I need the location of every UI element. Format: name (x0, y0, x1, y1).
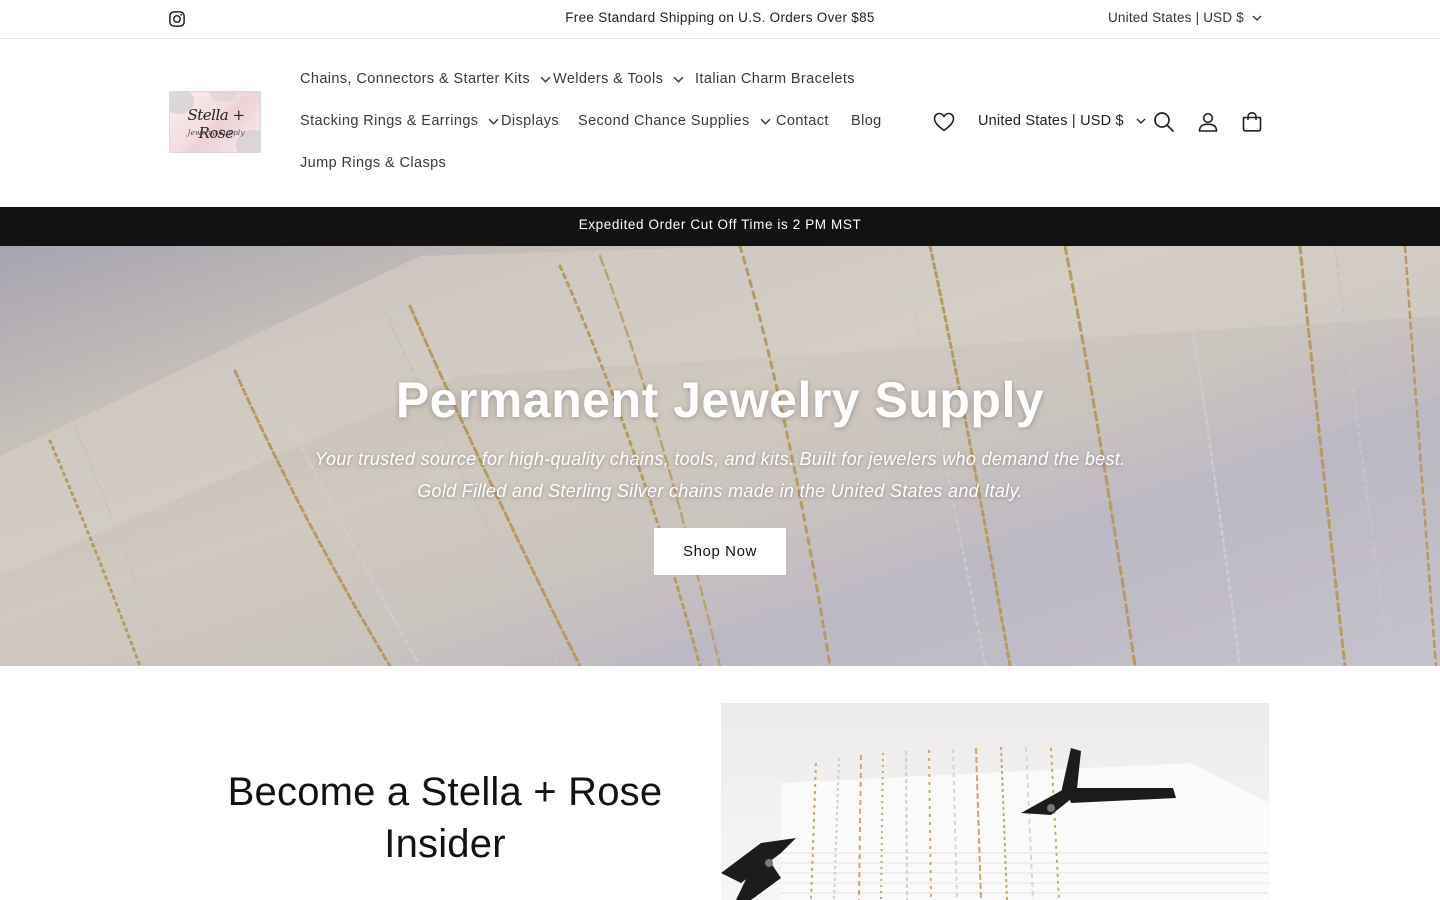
locale-selector-top[interactable]: United States | USD $ (1108, 10, 1262, 25)
insider-section: Become a Stella + Rose Insider (0, 666, 1440, 900)
site-header: Stella + Rose Jewelry Supply Chains, Con… (0, 39, 1440, 207)
search-icon[interactable] (1152, 110, 1176, 134)
notice-bar: Expedited Order Cut Off Time is 2 PM MST (0, 207, 1440, 246)
nav-item-label: Blog (851, 113, 882, 129)
locale-label: United States | USD $ (978, 113, 1124, 129)
nav-item-label: Italian Charm Bracelets (695, 71, 855, 87)
nav-item-jump-rings[interactable]: Jump Rings & Clasps (300, 155, 446, 171)
nav-item-label: Jump Rings & Clasps (300, 155, 447, 171)
nav-item-contact[interactable]: Contact (776, 113, 829, 129)
chevron-down-icon (1136, 118, 1146, 124)
chevron-down-icon (489, 118, 499, 125)
nav-item-stacking-rings[interactable]: Stacking Rings & Earrings (300, 113, 499, 129)
hero-subtitle-secondary: Gold Filled and Sterling Silver chains m… (417, 481, 1023, 501)
nav-item-blog[interactable]: Blog (851, 113, 882, 129)
nav-item-label: Stacking Rings & Earrings (300, 113, 479, 129)
cart-icon[interactable] (1240, 110, 1264, 134)
locale-label: United States | USD $ (1107, 10, 1244, 25)
chevron-down-icon (760, 118, 771, 125)
announcement-bar: Free Standard Shipping on U.S. Orders Ov… (0, 0, 1440, 39)
logo-subtitle: Jewelry Supply (187, 128, 245, 137)
nav-item-label: Chains, Connectors & Starter Kits (300, 71, 530, 87)
hero-subtitle: Your trusted source for high-quality cha… (314, 449, 1126, 469)
insider-title-line: Insider (384, 822, 506, 866)
chevron-down-icon (1252, 15, 1262, 21)
hero-banner: Permanent Jewelry Supply Your trusted so… (0, 246, 1440, 666)
insider-image (721, 703, 1269, 900)
nav-item-displays[interactable]: Displays (501, 113, 559, 129)
nav-item-second-chance[interactable]: Second Chance Supplies (578, 113, 771, 129)
main-nav: Chains, Connectors & Starter Kits Welder… (300, 39, 920, 207)
chains-and-pliers-image (721, 746, 1269, 900)
nav-item-italian-charm[interactable]: Italian Charm Bracelets (695, 71, 855, 87)
insider-title-line: Become a Stella + Rose (227, 770, 663, 814)
hero-title: Permanent Jewelry Supply (395, 372, 1045, 428)
shop-now-button[interactable]: Shop Now (654, 528, 786, 575)
notice-text: Expedited Order Cut Off Time is 2 PM MST (578, 217, 862, 232)
nav-item-welders[interactable]: Welders & Tools (553, 71, 684, 87)
locale-selector[interactable]: United States | USD $ (978, 113, 1146, 129)
account-icon[interactable] (1196, 110, 1220, 134)
chevron-down-icon (673, 76, 684, 83)
nav-item-chains[interactable]: Chains, Connectors & Starter Kits (300, 71, 551, 87)
nav-item-label: Displays (501, 113, 559, 129)
nav-item-label: Second Chance Supplies (578, 113, 750, 129)
heart-icon[interactable] (932, 110, 956, 134)
nav-item-label: Welders & Tools (553, 71, 664, 87)
site-logo[interactable]: Stella + Rose Jewelry Supply (169, 91, 261, 153)
insider-title: Become a Stella + Rose Insider (200, 766, 690, 870)
nav-item-label: Contact (776, 113, 829, 129)
chevron-down-icon (540, 76, 551, 83)
logo-watercolor (210, 92, 236, 102)
